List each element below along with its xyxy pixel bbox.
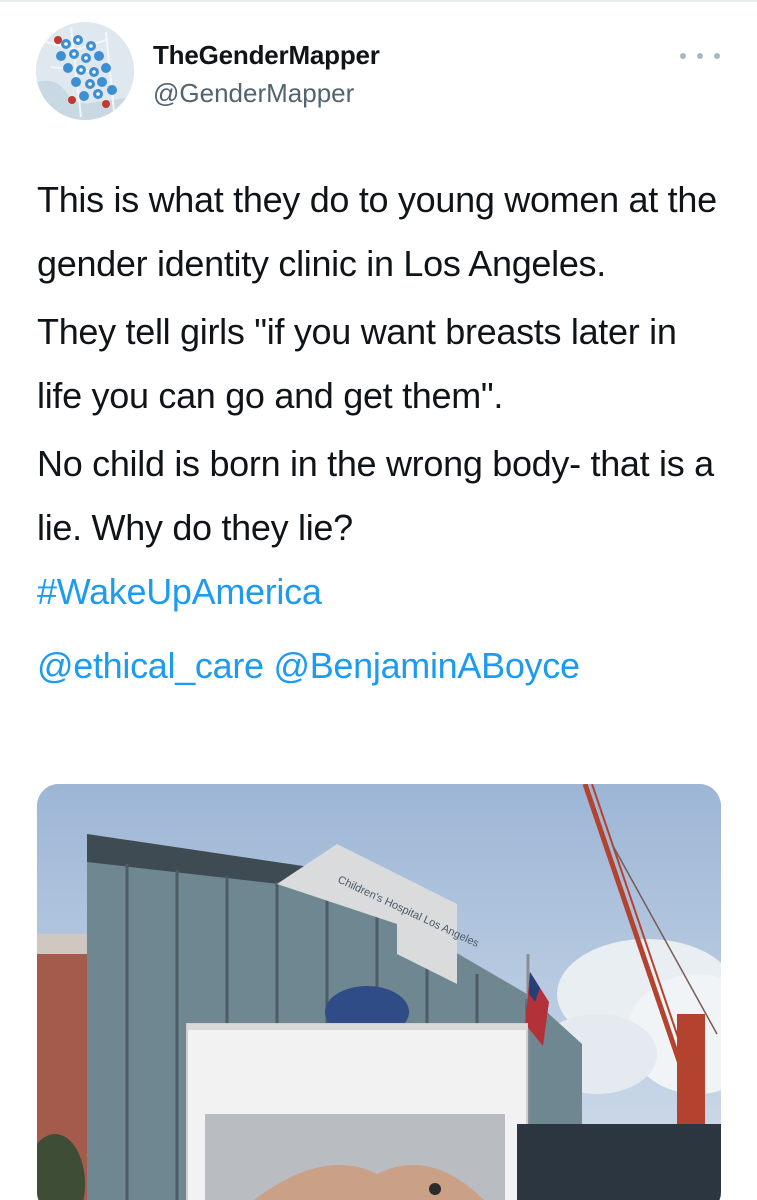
tweet-header: TheGenderMapper @GenderMapper: [36, 22, 726, 126]
more-horizontal-icon[interactable]: [680, 46, 720, 66]
user-handle[interactable]: @GenderMapper: [153, 78, 354, 109]
mentions-line: @ethical_care @BenjaminABoyce: [37, 634, 727, 698]
tweet-paragraph: This is what they do to young women at t…: [37, 179, 717, 284]
tweet-text: This is what they do to young women at t…: [37, 168, 727, 698]
hashtag-line: #WakeUpAmerica: [37, 560, 727, 624]
tweet-paragraph: No child is born in the wrong body- that…: [37, 443, 714, 548]
tweet-photo[interactable]: Children's Hospital Los Angeles: [37, 784, 721, 1200]
map-pins-avatar-icon: [36, 22, 134, 120]
more-dot: [714, 53, 720, 59]
more-dot: [680, 53, 686, 59]
display-name[interactable]: TheGenderMapper: [153, 40, 380, 71]
avatar[interactable]: [36, 22, 134, 120]
mention-link[interactable]: @BenjaminABoyce: [273, 645, 580, 686]
tweet-paragraph: They tell girls "if you want breasts lat…: [37, 311, 677, 416]
photo-scene: Children's Hospital Los Angeles: [37, 784, 721, 1200]
mention-link[interactable]: @ethical_care: [37, 645, 264, 686]
top-divider: [0, 0, 757, 2]
more-dot: [697, 53, 703, 59]
tweet-card: TheGenderMapper @GenderMapper This is wh…: [0, 0, 757, 1200]
hashtag-link[interactable]: #WakeUpAmerica: [37, 571, 322, 612]
